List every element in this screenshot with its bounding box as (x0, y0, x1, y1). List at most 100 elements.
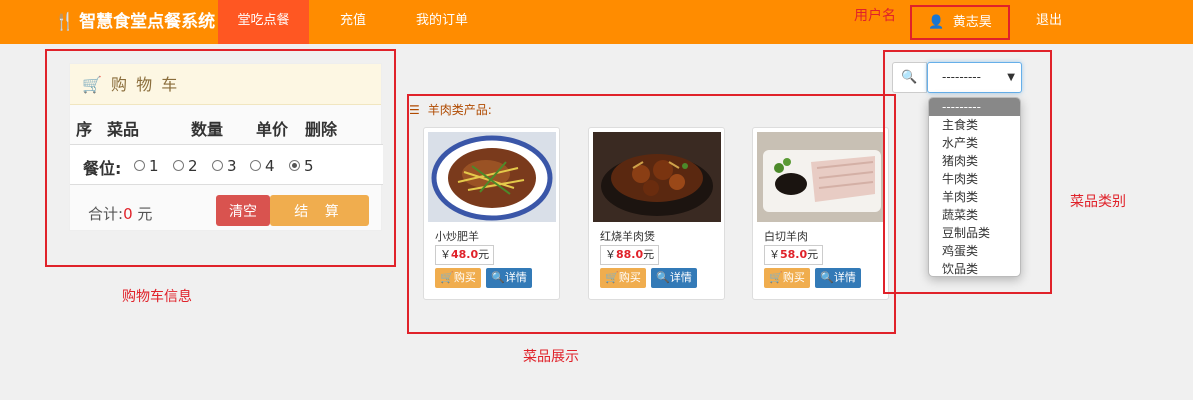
user-name: 黄志昊 (952, 15, 992, 30)
col-qty: 数量 (191, 120, 224, 139)
zoom-in-icon: 🔍 (901, 70, 918, 85)
clear-cart-button[interactable]: 清空 (216, 195, 270, 226)
category-option[interactable]: 羊肉类 (929, 188, 1020, 206)
col-delete: 删除 (305, 120, 338, 139)
currency-symbol: ￥ (440, 248, 451, 261)
cart-icon: 🛒 (769, 271, 783, 284)
category-dropdown-list: --------- 主食类 水产类 猪肉类 牛肉类 羊肉类 蔬菜类 豆制品类 鸡… (928, 97, 1021, 277)
col-dish: 菜品 (107, 120, 140, 139)
user-icon: 👤 (928, 15, 945, 30)
nav-tab-dine-in[interactable]: 堂吃点餐 (218, 0, 309, 44)
buy-label: 购买 (782, 271, 805, 284)
price-unit: 元 (807, 248, 819, 261)
buy-button[interactable]: 🛒购买 (435, 268, 481, 288)
price-unit: 元 (643, 248, 655, 261)
price-value: 48.0 (451, 248, 479, 261)
brand-title: 智慧食堂点餐系统 (79, 12, 216, 32)
total-unit: 元 (132, 205, 153, 223)
product-card: 小炒肥羊 ￥48.0元 🛒购买 🔍详情 (423, 127, 560, 300)
category-option[interactable]: 蔬菜类 (929, 206, 1020, 224)
price-value: 88.0 (616, 248, 644, 261)
annotation-cart-info: 购物车信息 (122, 289, 192, 305)
category-option[interactable]: 猪肉类 (929, 152, 1020, 170)
buy-button[interactable]: 🛒购买 (764, 268, 810, 288)
seat-radio-1[interactable]: 1 (134, 157, 159, 175)
seat-radio-label: 2 (188, 157, 198, 175)
detail-label: 详情 (504, 271, 527, 284)
dish-name: 小炒肥羊 (435, 230, 479, 243)
cart-panel: 🛒 购 物 车 序 菜品 数量 单价 删除 餐位: 1 2 3 4 5 合计:0… (69, 63, 383, 231)
buy-label: 购买 (453, 271, 476, 284)
cart-columns: 序 菜品 数量 单价 删除 (70, 105, 381, 145)
checkout-button[interactable]: 结 算 (270, 195, 369, 226)
detail-button[interactable]: 🔍详情 (815, 268, 861, 288)
dish-price: ￥58.0元 (764, 245, 824, 265)
top-navbar: 🍴 智慧食堂点餐系统 堂吃点餐 充值 我的订单 👤 黄志昊 退出 (0, 0, 1193, 44)
utensils-icon: 🍴 (54, 12, 76, 32)
price-value: 58.0 (780, 248, 808, 261)
category-option[interactable]: 饮品类 (929, 260, 1020, 276)
seat-radio-5[interactable]: 5 (289, 157, 314, 175)
user-menu[interactable]: 👤 黄志昊 (910, 5, 1010, 40)
chevron-down-icon: ▼ (1007, 72, 1015, 83)
currency-symbol: ￥ (605, 248, 616, 261)
annotation-dish-display: 菜品展示 (523, 349, 579, 365)
seat-selector: 餐位: 1 2 3 4 5 (70, 144, 383, 185)
seat-radio-label: 4 (265, 157, 275, 175)
category-option[interactable]: --------- (929, 98, 1020, 116)
category-heading: ☰ 羊肉类产品: (409, 101, 492, 118)
col-price: 单价 (256, 120, 289, 139)
buy-label: 购买 (618, 271, 641, 284)
cart-total: 合计:0 元 (88, 203, 152, 224)
radio-circle (212, 160, 223, 171)
seat-label: 餐位: (83, 159, 122, 178)
detail-button[interactable]: 🔍详情 (651, 268, 697, 288)
price-unit: 元 (478, 248, 490, 261)
dish-price: ￥48.0元 (435, 245, 495, 265)
category-option[interactable]: 主食类 (929, 116, 1020, 134)
dish-photo[interactable] (428, 132, 556, 222)
col-index: 序 (76, 120, 93, 139)
category-select-value: --------- (942, 70, 981, 84)
search-icon: 🔍 (820, 271, 834, 284)
radio-circle (250, 160, 261, 171)
category-option[interactable]: 水产类 (929, 134, 1020, 152)
category-heading-text: 羊肉类产品: (427, 103, 492, 117)
cart-title: 购 物 车 (111, 75, 180, 94)
total-amount: 0 (123, 205, 133, 223)
logout-link[interactable]: 退出 (1026, 0, 1072, 44)
dish-photo[interactable] (757, 132, 885, 222)
seat-radio-label: 3 (227, 157, 237, 175)
cart-icon: 🛒 (82, 75, 104, 94)
seat-radio-4[interactable]: 4 (250, 157, 275, 175)
category-select[interactable]: --------- ▼ (927, 62, 1022, 93)
seat-radio-label: 5 (304, 157, 314, 175)
detail-button[interactable]: 🔍详情 (486, 268, 532, 288)
search-button[interactable]: 🔍 (892, 62, 927, 93)
dish-photo[interactable] (593, 132, 721, 222)
seat-radio-3[interactable]: 3 (212, 157, 237, 175)
brand[interactable]: 🍴 智慧食堂点餐系统 (54, 0, 215, 44)
detail-label: 详情 (669, 271, 692, 284)
product-card: 白切羊肉 ￥58.0元 🛒购买 🔍详情 (752, 127, 889, 300)
dish-price: ￥88.0元 (600, 245, 660, 265)
annotation-username: 用户名 (854, 8, 896, 24)
seat-radio-2[interactable]: 2 (173, 157, 198, 175)
annotation-dish-category: 菜品类别 (1070, 194, 1126, 210)
currency-symbol: ￥ (769, 248, 780, 261)
list-icon: ☰ (409, 103, 420, 117)
dish-name: 白切羊肉 (764, 230, 808, 243)
buy-button[interactable]: 🛒购买 (600, 268, 646, 288)
search-icon: 🔍 (656, 271, 670, 284)
category-option[interactable]: 豆制品类 (929, 224, 1020, 242)
radio-circle-checked (289, 160, 300, 171)
cart-icon: 🛒 (605, 271, 619, 284)
nav-tab-my-orders[interactable]: 我的订单 (404, 0, 480, 44)
radio-circle (173, 160, 184, 171)
cart-header: 🛒 购 物 车 (70, 64, 381, 105)
radio-circle (134, 160, 145, 171)
category-option[interactable]: 牛肉类 (929, 170, 1020, 188)
category-option[interactable]: 鸡蛋类 (929, 242, 1020, 260)
nav-tab-recharge[interactable]: 充值 (323, 0, 383, 44)
cart-icon: 🛒 (440, 271, 454, 284)
